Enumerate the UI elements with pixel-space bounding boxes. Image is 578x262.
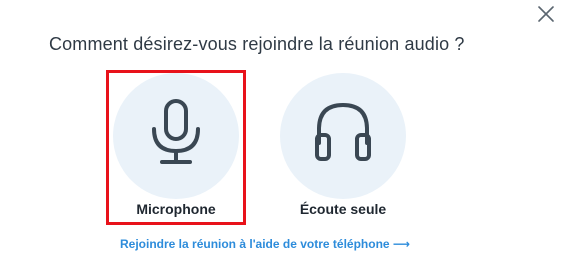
close-icon: [538, 6, 554, 22]
headphones-icon: [315, 102, 371, 161]
headphones-icon-circle: [280, 73, 406, 199]
listen-only-option-label: Écoute seule: [299, 201, 387, 217]
microphone-icon: [152, 99, 200, 164]
audio-join-dialog: Comment désirez-vous rejoindre la réunio…: [0, 0, 578, 262]
close-button[interactable]: [534, 2, 558, 26]
listen-only-option[interactable]: Écoute seule: [273, 70, 413, 225]
dialog-prompt: Comment désirez-vous rejoindre la réunio…: [49, 34, 465, 54]
microphone-icon-circle: [113, 73, 239, 199]
microphone-option-label: Microphone: [136, 201, 216, 217]
join-by-phone-link[interactable]: Rejoindre la réunion à l'aide de votre t…: [120, 237, 410, 251]
microphone-option[interactable]: Microphone: [106, 70, 246, 225]
